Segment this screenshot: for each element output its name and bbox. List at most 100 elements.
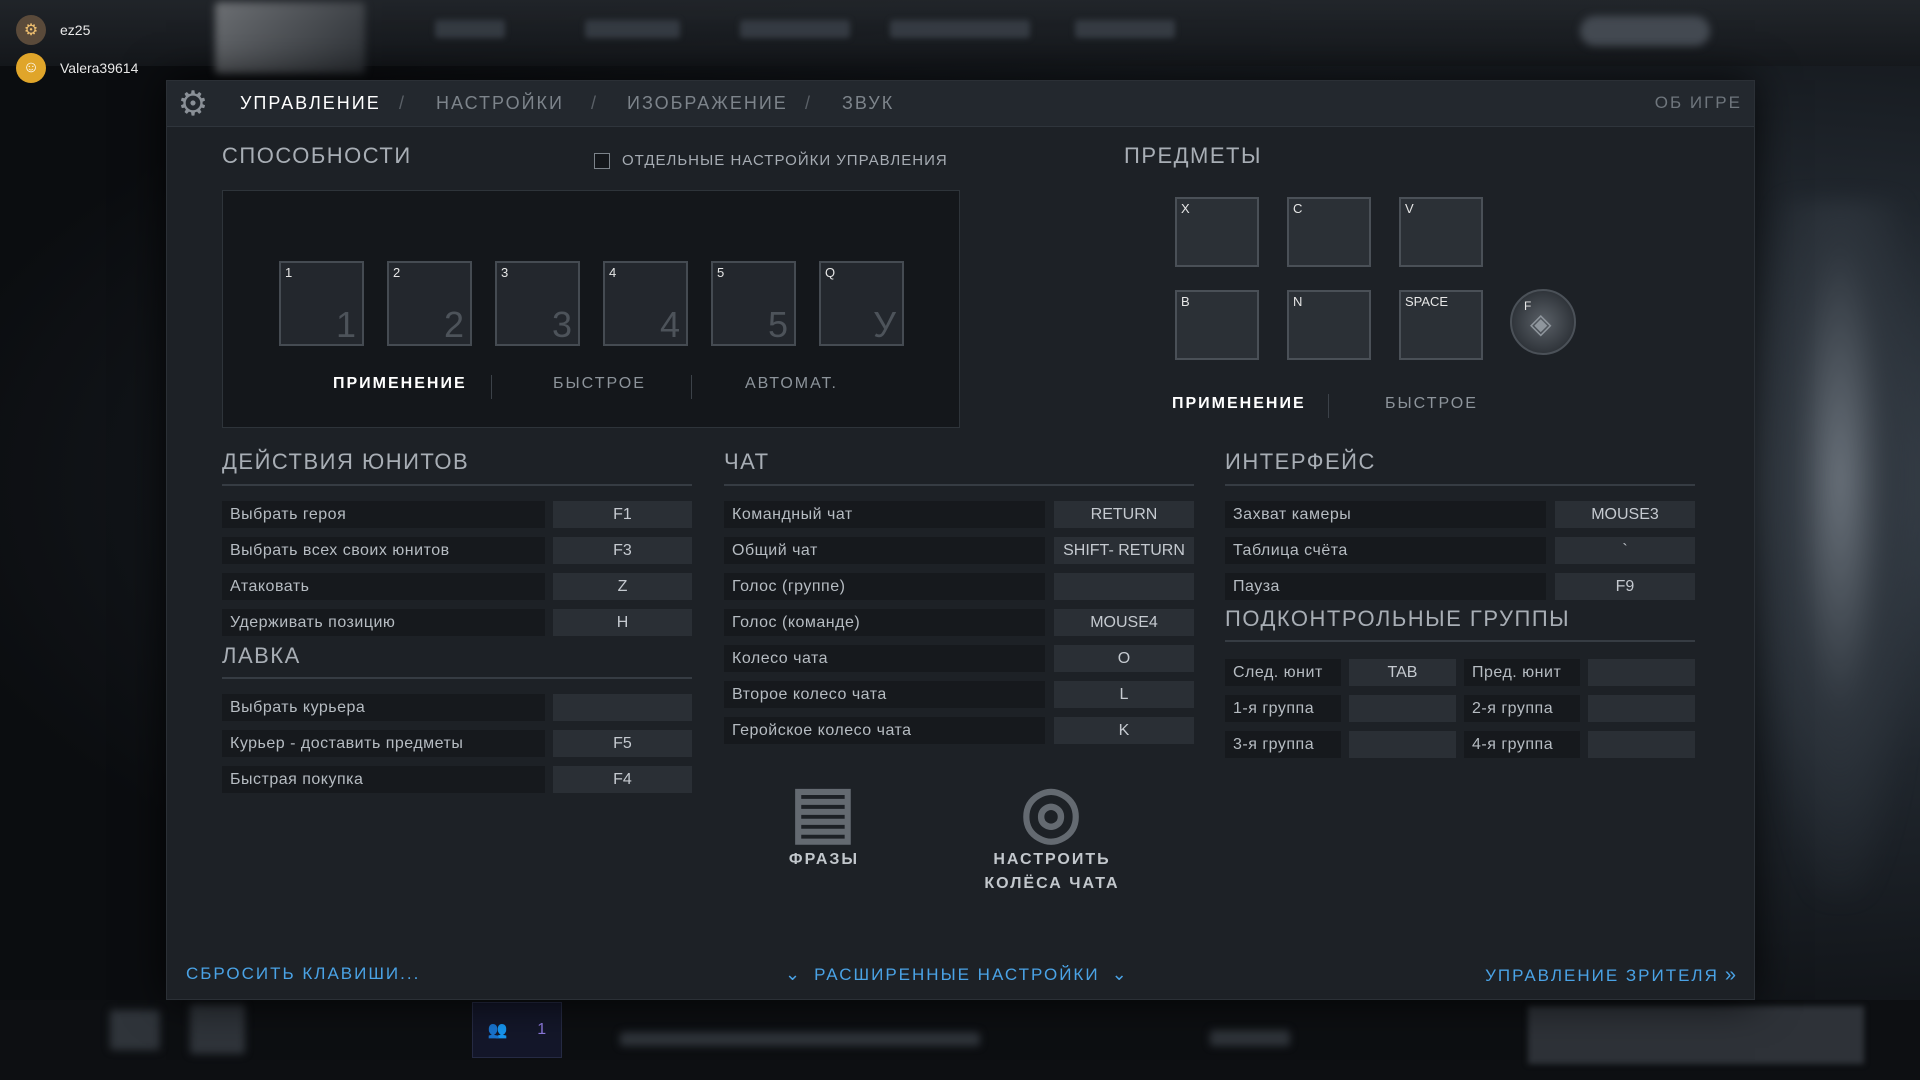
- ability-slot[interactable]: 11: [279, 261, 364, 346]
- chat-wheels-label-line2: КОЛЁСА ЧАТА: [984, 875, 1120, 892]
- hotkey-button[interactable]: H: [553, 609, 692, 636]
- friend-entry[interactable]: ☺ Valera39614: [16, 53, 138, 83]
- interface-title: ИНТЕРФЕЙС: [1225, 449, 1376, 474]
- item-slot[interactable]: B: [1175, 290, 1259, 360]
- ability-bind: 2: [443, 304, 464, 345]
- ability-bind: 1: [335, 304, 356, 345]
- hotkey-button[interactable]: F9: [1555, 573, 1695, 600]
- hotkey-button[interactable]: [553, 694, 692, 721]
- hotkey-button[interactable]: F1: [553, 501, 692, 528]
- hotkey-button[interactable]: [1349, 695, 1456, 722]
- phrases-button[interactable]: ▤ ФРАЗЫ: [764, 771, 884, 869]
- mode-divider: [491, 375, 492, 399]
- abilities-title: СПОСОБНОСТИ: [222, 143, 412, 168]
- settings-tab-bar: ⚙ УПРАВЛЕНИЕ / НАСТРОЙКИ / ИЗОБРАЖЕНИЕ /…: [167, 81, 1754, 127]
- ability-key: Q: [825, 265, 836, 280]
- section-divider: [222, 484, 692, 486]
- ability-mode-auto[interactable]: АВТОМАТ.: [745, 375, 838, 393]
- item-slot[interactable]: SPACE: [1399, 290, 1483, 360]
- tab-separator: /: [591, 93, 597, 113]
- friend-entry[interactable]: ⚙ ez25: [16, 15, 90, 45]
- item-key: N: [1293, 294, 1303, 309]
- hotkey-label: Голос (команде): [724, 609, 1045, 636]
- item-mode-normal[interactable]: ПРИМЕНЕНИЕ: [1172, 395, 1306, 413]
- ability-slot[interactable]: 44: [603, 261, 688, 346]
- chat-bubbles-icon: ▤: [789, 772, 859, 850]
- tab-settings[interactable]: НАСТРОЙКИ: [436, 93, 564, 114]
- item-slot[interactable]: N: [1287, 290, 1371, 360]
- ability-slot[interactable]: 22: [387, 261, 472, 346]
- hotkey-button[interactable]: SHIFT- RETURN: [1054, 537, 1194, 564]
- spectator-controls-link[interactable]: УПРАВЛЕНИЕ ЗРИТЕЛЯ »: [1485, 964, 1738, 987]
- hotkey-button[interactable]: Z: [553, 573, 692, 600]
- hotkey-label: Командный чат: [724, 501, 1045, 528]
- separate-controls-checkbox[interactable]: ОТДЕЛЬНЫЕ НАСТРОЙКИ УПРАВЛЕНИЯ: [594, 152, 948, 169]
- chevron-down-icon: ⌄: [1111, 964, 1129, 984]
- hotkey-button[interactable]: F3: [553, 537, 692, 564]
- party-widget[interactable]: 👥 1: [472, 1002, 562, 1058]
- party-icon: 👥: [487, 1022, 508, 1039]
- hotkey-label: Выбрать всех своих юнитов: [222, 537, 545, 564]
- chat-wheels-label-line1: НАСТРОИТЬ: [993, 851, 1111, 868]
- hotkey-label: Пауза: [1225, 573, 1546, 600]
- item-slot[interactable]: C: [1287, 197, 1371, 267]
- teleport-scroll-slot[interactable]: F ◈: [1510, 289, 1576, 355]
- checkbox-label: ОТДЕЛЬНЫЕ НАСТРОЙКИ УПРАВЛЕНИЯ: [622, 152, 948, 169]
- hotkey-button[interactable]: O: [1054, 645, 1194, 672]
- configure-chat-wheels-button[interactable]: ◎ НАСТРОИТЬ КОЛЁСА ЧАТА: [967, 771, 1137, 893]
- ability-mode-quick[interactable]: БЫСТРОЕ: [553, 375, 646, 393]
- background-play-button: [1528, 1006, 1864, 1064]
- scroll-icon: ◈: [1530, 308, 1552, 339]
- hotkey-button[interactable]: [1349, 731, 1456, 758]
- hotkey-button[interactable]: [1588, 659, 1695, 686]
- ability-bind: У: [873, 304, 896, 345]
- hotkey-label: Выбрать героя: [222, 501, 545, 528]
- hotkey-label: Выбрать курьера: [222, 694, 545, 721]
- hotkey-button[interactable]: [1588, 731, 1695, 758]
- shop-title: ЛАВКА: [222, 643, 301, 668]
- tab-image[interactable]: ИЗОБРАЖЕНИЕ: [627, 93, 788, 114]
- hotkey-label: 1-я группа: [1225, 695, 1341, 722]
- hotkey-button[interactable]: TAB: [1349, 659, 1456, 686]
- hotkey-label: Геройское колесо чата: [724, 717, 1045, 744]
- background-hero-art: [1760, 200, 1920, 900]
- chat-title: ЧАТ: [724, 449, 770, 474]
- hotkey-label: Второе колесо чата: [724, 681, 1045, 708]
- tab-about[interactable]: ОБ ИГРЕ: [1655, 93, 1742, 113]
- hotkey-button[interactable]: RETURN: [1054, 501, 1194, 528]
- hotkey-button[interactable]: K: [1054, 717, 1194, 744]
- ability-slot[interactable]: 55: [711, 261, 796, 346]
- item-mode-quick[interactable]: БЫСТРОЕ: [1385, 395, 1478, 413]
- section-divider: [724, 484, 1194, 486]
- spectator-controls-label: УПРАВЛЕНИЕ ЗРИТЕЛЯ: [1485, 965, 1719, 985]
- hotkey-button[interactable]: [1588, 695, 1695, 722]
- ability-slot[interactable]: QУ: [819, 261, 904, 346]
- hotkey-button[interactable]: `: [1555, 537, 1695, 564]
- ability-key: 3: [501, 265, 509, 280]
- hotkey-button[interactable]: L: [1054, 681, 1194, 708]
- ability-mode-normal[interactable]: ПРИМЕНЕНИЕ: [333, 375, 467, 393]
- section-divider: [1225, 484, 1695, 486]
- robot-icon: ⚙: [16, 15, 46, 45]
- tab-controls[interactable]: УПРАВЛЕНИЕ: [240, 93, 381, 114]
- ability-key: 5: [717, 265, 725, 280]
- hotkey-button[interactable]: MOUSE3: [1555, 501, 1695, 528]
- advanced-settings-toggle[interactable]: ⌄ РАСШИРЕННЫЕ НАСТРОЙКИ ⌄: [785, 964, 1129, 985]
- checkbox-box[interactable]: [594, 152, 610, 169]
- hotkey-button[interactable]: F5: [553, 730, 692, 757]
- tab-separator: /: [399, 93, 405, 113]
- tab-sound[interactable]: ЗВУК: [842, 93, 894, 114]
- ability-key: 4: [609, 265, 617, 280]
- hotkey-button[interactable]: [1054, 573, 1194, 600]
- item-slot[interactable]: X: [1175, 197, 1259, 267]
- reset-keys-link[interactable]: СБРОСИТЬ КЛАВИШИ...: [186, 964, 420, 984]
- ability-slot[interactable]: 33: [495, 261, 580, 346]
- smiley-icon: ☺: [16, 53, 46, 83]
- item-slot[interactable]: V: [1399, 197, 1483, 267]
- hotkey-label: Пред. юнит: [1464, 659, 1580, 686]
- hotkey-button[interactable]: F4: [553, 766, 692, 793]
- hotkey-button[interactable]: MOUSE4: [1054, 609, 1194, 636]
- advanced-settings-label: РАСШИРЕННЫЕ НАСТРОЙКИ: [814, 964, 1100, 984]
- item-key: C: [1293, 201, 1303, 216]
- settings-panel: ⚙ УПРАВЛЕНИЕ / НАСТРОЙКИ / ИЗОБРАЖЕНИЕ /…: [166, 80, 1755, 1000]
